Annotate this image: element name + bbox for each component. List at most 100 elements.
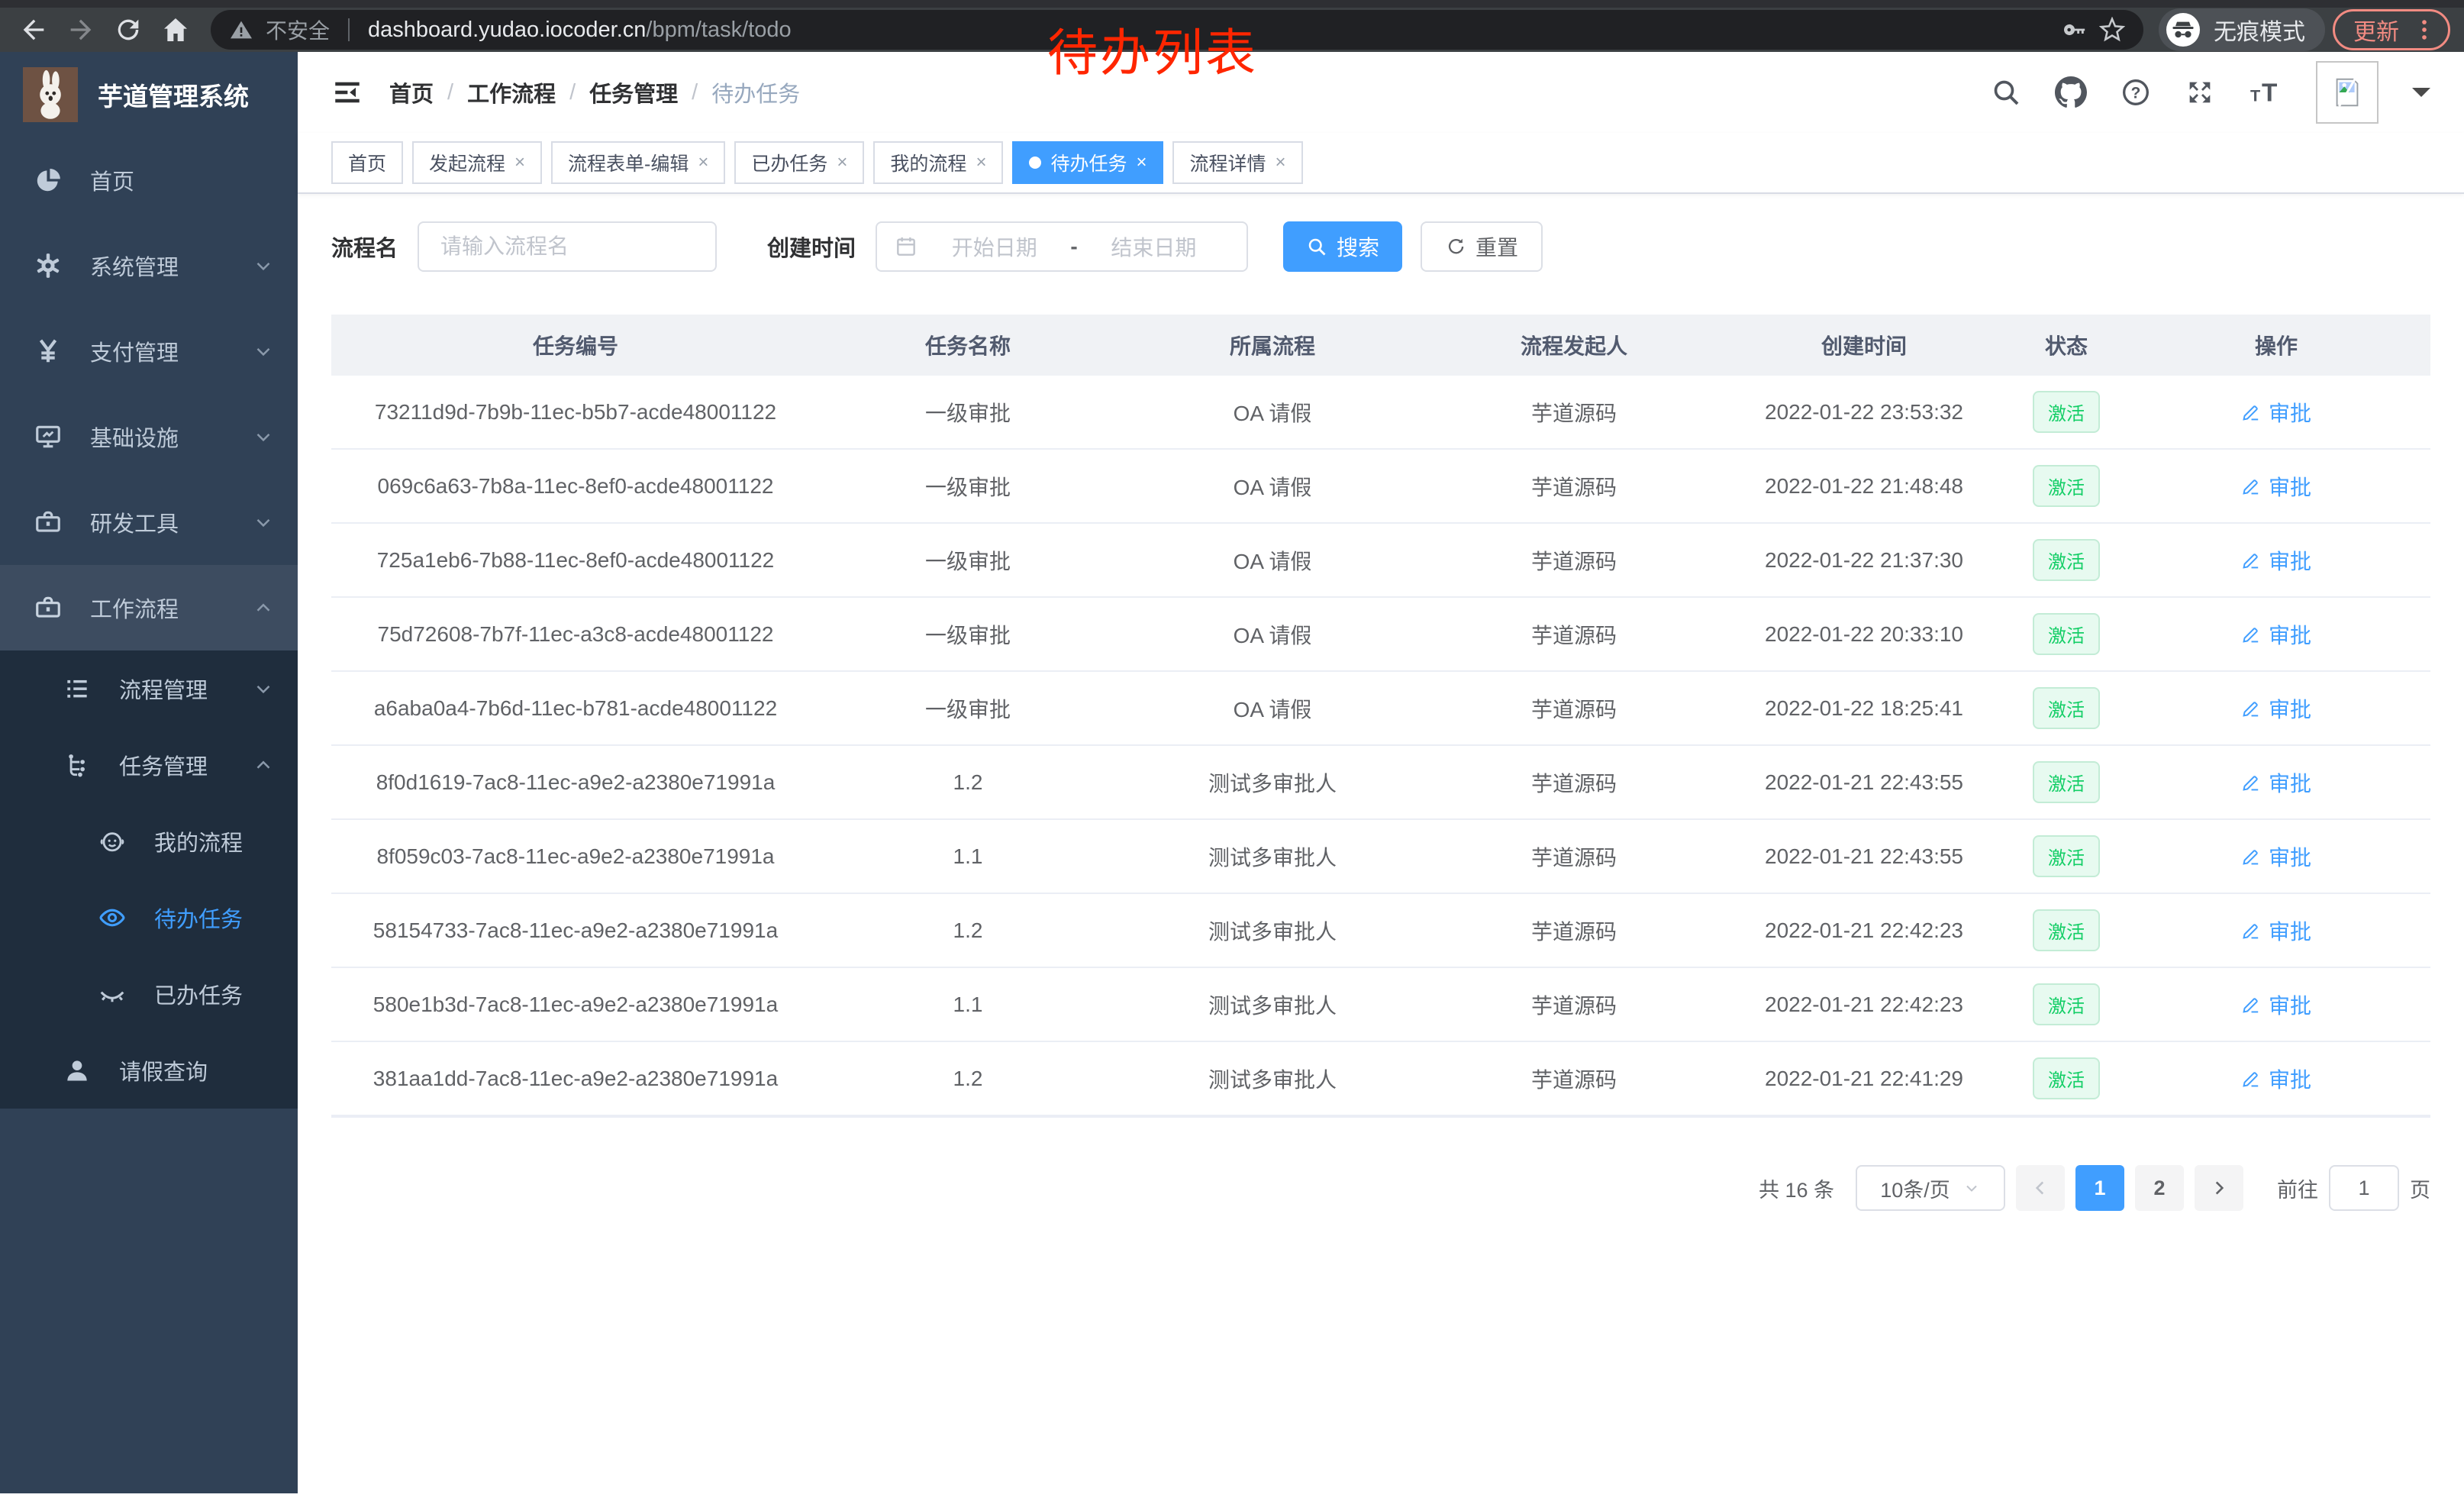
avatar[interactable] — [2316, 61, 2379, 124]
sidebar-item-payment[interactable]: 支付管理 — [0, 308, 298, 394]
process-name-input[interactable] — [418, 221, 717, 272]
sidebar-item-my-process[interactable]: 我的流程 — [0, 803, 298, 880]
close-icon[interactable]: × — [514, 152, 525, 173]
gear-icon — [34, 251, 63, 280]
close-icon[interactable]: × — [1276, 152, 1286, 173]
active-tab-dot — [1029, 157, 1041, 169]
approve-link[interactable]: 审批 — [2241, 1064, 2311, 1094]
breadcrumb-task-mgmt[interactable]: 任务管理 — [589, 76, 678, 108]
sidebar-item-task-mgmt[interactable]: 任务管理 — [0, 727, 298, 803]
table-row: 73211d9d-7b9b-11ec-b5b7-acde48001122 一级审… — [331, 376, 2430, 450]
sidebar-item-leave-query[interactable]: 请假查询 — [0, 1032, 298, 1109]
task-create-time: 2022-01-22 23:53:32 — [1719, 400, 2009, 424]
github-icon[interactable] — [2055, 76, 2087, 108]
avatar-caret-icon[interactable] — [2412, 88, 2430, 106]
chrome-update-button[interactable]: 更新 — [2333, 9, 2450, 50]
close-icon[interactable]: × — [837, 152, 847, 173]
edit-icon — [2241, 773, 2261, 792]
help-icon[interactable]: ? — [2121, 77, 2151, 108]
search-icon[interactable] — [1991, 77, 2021, 108]
tree-icon — [63, 750, 92, 780]
tab-process-detail[interactable]: 流程详情 × — [1172, 141, 1302, 184]
sidebar-item-devtools[interactable]: 研发工具 — [0, 479, 298, 565]
sidebar-item-process-mgmt[interactable]: 流程管理 — [0, 650, 298, 727]
col-header-task-name: 任务名称 — [820, 330, 1116, 360]
breadcrumb-workflow[interactable]: 工作流程 — [467, 76, 556, 108]
page-button-2[interactable]: 2 — [2135, 1165, 2184, 1211]
close-icon[interactable]: × — [698, 152, 708, 173]
breadcrumb-home[interactable]: 首页 — [389, 76, 434, 108]
task-starter: 芋道源码 — [1429, 471, 1719, 502]
back-icon[interactable] — [14, 10, 53, 50]
tab-home[interactable]: 首页 — [331, 141, 403, 184]
approve-label: 审批 — [2269, 989, 2311, 1020]
page-size-value: 10条/页 — [1880, 1173, 1950, 1203]
password-key-icon[interactable] — [2061, 17, 2087, 43]
chevron-right-icon — [2209, 1178, 2229, 1198]
approve-link[interactable]: 审批 — [2241, 989, 2311, 1020]
approve-link[interactable]: 审批 — [2241, 471, 2311, 502]
task-create-time: 2022-01-21 22:42:23 — [1719, 993, 2009, 1017]
reset-button[interactable]: 重置 — [1421, 221, 1543, 272]
status-badge: 激活 — [2033, 909, 2100, 951]
task-process: 测试多审批人 — [1116, 915, 1429, 946]
approve-link[interactable]: 审批 — [2241, 693, 2311, 724]
search-button[interactable]: 搜索 — [1283, 221, 1402, 272]
date-range-input[interactable]: 开始日期 - 结束日期 — [876, 221, 1248, 272]
page-button-1[interactable]: 1 — [2075, 1165, 2124, 1211]
chevron-down-icon — [252, 254, 275, 277]
font-size-icon[interactable]: T T — [2249, 77, 2282, 108]
sidebar-item-workflow[interactable]: 工作流程 — [0, 565, 298, 650]
create-time-label: 创建时间 — [767, 231, 856, 263]
edit-icon — [2241, 402, 2261, 422]
fullscreen-icon[interactable] — [2185, 77, 2215, 108]
task-process: OA 请假 — [1116, 693, 1429, 724]
close-icon[interactable]: × — [976, 152, 986, 173]
task-create-time: 2022-01-21 22:41:29 — [1719, 1067, 2009, 1091]
bookmark-star-icon[interactable] — [2099, 17, 2125, 43]
tab-label: 我的流程 — [890, 149, 966, 176]
approve-link[interactable]: 审批 — [2241, 841, 2311, 872]
approve-link[interactable]: 审批 — [2241, 619, 2311, 650]
approve-label: 审批 — [2269, 915, 2311, 946]
approve-link[interactable]: 审批 — [2241, 397, 2311, 428]
sidebar-item-done-tasks[interactable]: 已办任务 — [0, 956, 298, 1032]
sidebar-item-label: 基础设施 — [90, 421, 179, 453]
workflow-submenu: 流程管理 任务管理 我的流程 — [0, 650, 298, 1109]
col-header-status: 状态 — [2009, 330, 2124, 360]
sidebar-item-todo-tasks[interactable]: 待办任务 — [0, 880, 298, 956]
close-icon[interactable]: × — [1136, 152, 1147, 173]
tab-my-process[interactable]: 我的流程 × — [873, 141, 1003, 184]
sidebar-collapse-icon[interactable] — [331, 76, 363, 108]
svg-text:?: ? — [2131, 84, 2141, 102]
tab-form-edit[interactable]: 流程表单-编辑 × — [551, 141, 725, 184]
briefcase-icon — [34, 593, 63, 622]
sidebar-item-system[interactable]: 系统管理 — [0, 223, 298, 308]
next-page-button[interactable] — [2195, 1165, 2243, 1211]
forward-icon[interactable] — [61, 10, 101, 50]
approve-label: 审批 — [2269, 471, 2311, 502]
task-status: 激活 — [2009, 539, 2124, 581]
approve-link[interactable]: 审批 — [2241, 915, 2311, 946]
approve-link[interactable]: 审批 — [2241, 767, 2311, 798]
browser-menu-icon[interactable] — [2411, 17, 2437, 43]
tab-start-process[interactable]: 发起流程 × — [412, 141, 542, 184]
goto-page-input[interactable] — [2329, 1165, 2399, 1211]
goto-unit: 页 — [2410, 1173, 2430, 1203]
task-id: 725a1eb6-7b88-11ec-8ef0-acde48001122 — [331, 548, 820, 573]
task-starter: 芋道源码 — [1429, 619, 1719, 650]
home-icon[interactable] — [156, 10, 195, 50]
reload-icon[interactable] — [108, 10, 148, 50]
tab-done-tasks[interactable]: 已办任务 × — [734, 141, 864, 184]
sidebar-item-infrastructure[interactable]: 基础设施 — [0, 394, 298, 479]
tab-todo-tasks[interactable]: 待办任务 × — [1012, 141, 1163, 184]
sidebar-item-home[interactable]: 首页 — [0, 137, 298, 223]
refresh-icon — [1445, 236, 1466, 257]
task-create-time: 2022-01-22 21:37:30 — [1719, 548, 2009, 573]
approve-link[interactable]: 审批 — [2241, 545, 2311, 576]
security-label[interactable]: 不安全 — [266, 15, 330, 45]
sidebar-item-label: 待办任务 — [154, 902, 243, 934]
col-header-actions: 操作 — [2124, 330, 2429, 360]
page-size-select[interactable]: 10条/页 — [1856, 1165, 2005, 1211]
prev-page-button[interactable] — [2016, 1165, 2065, 1211]
